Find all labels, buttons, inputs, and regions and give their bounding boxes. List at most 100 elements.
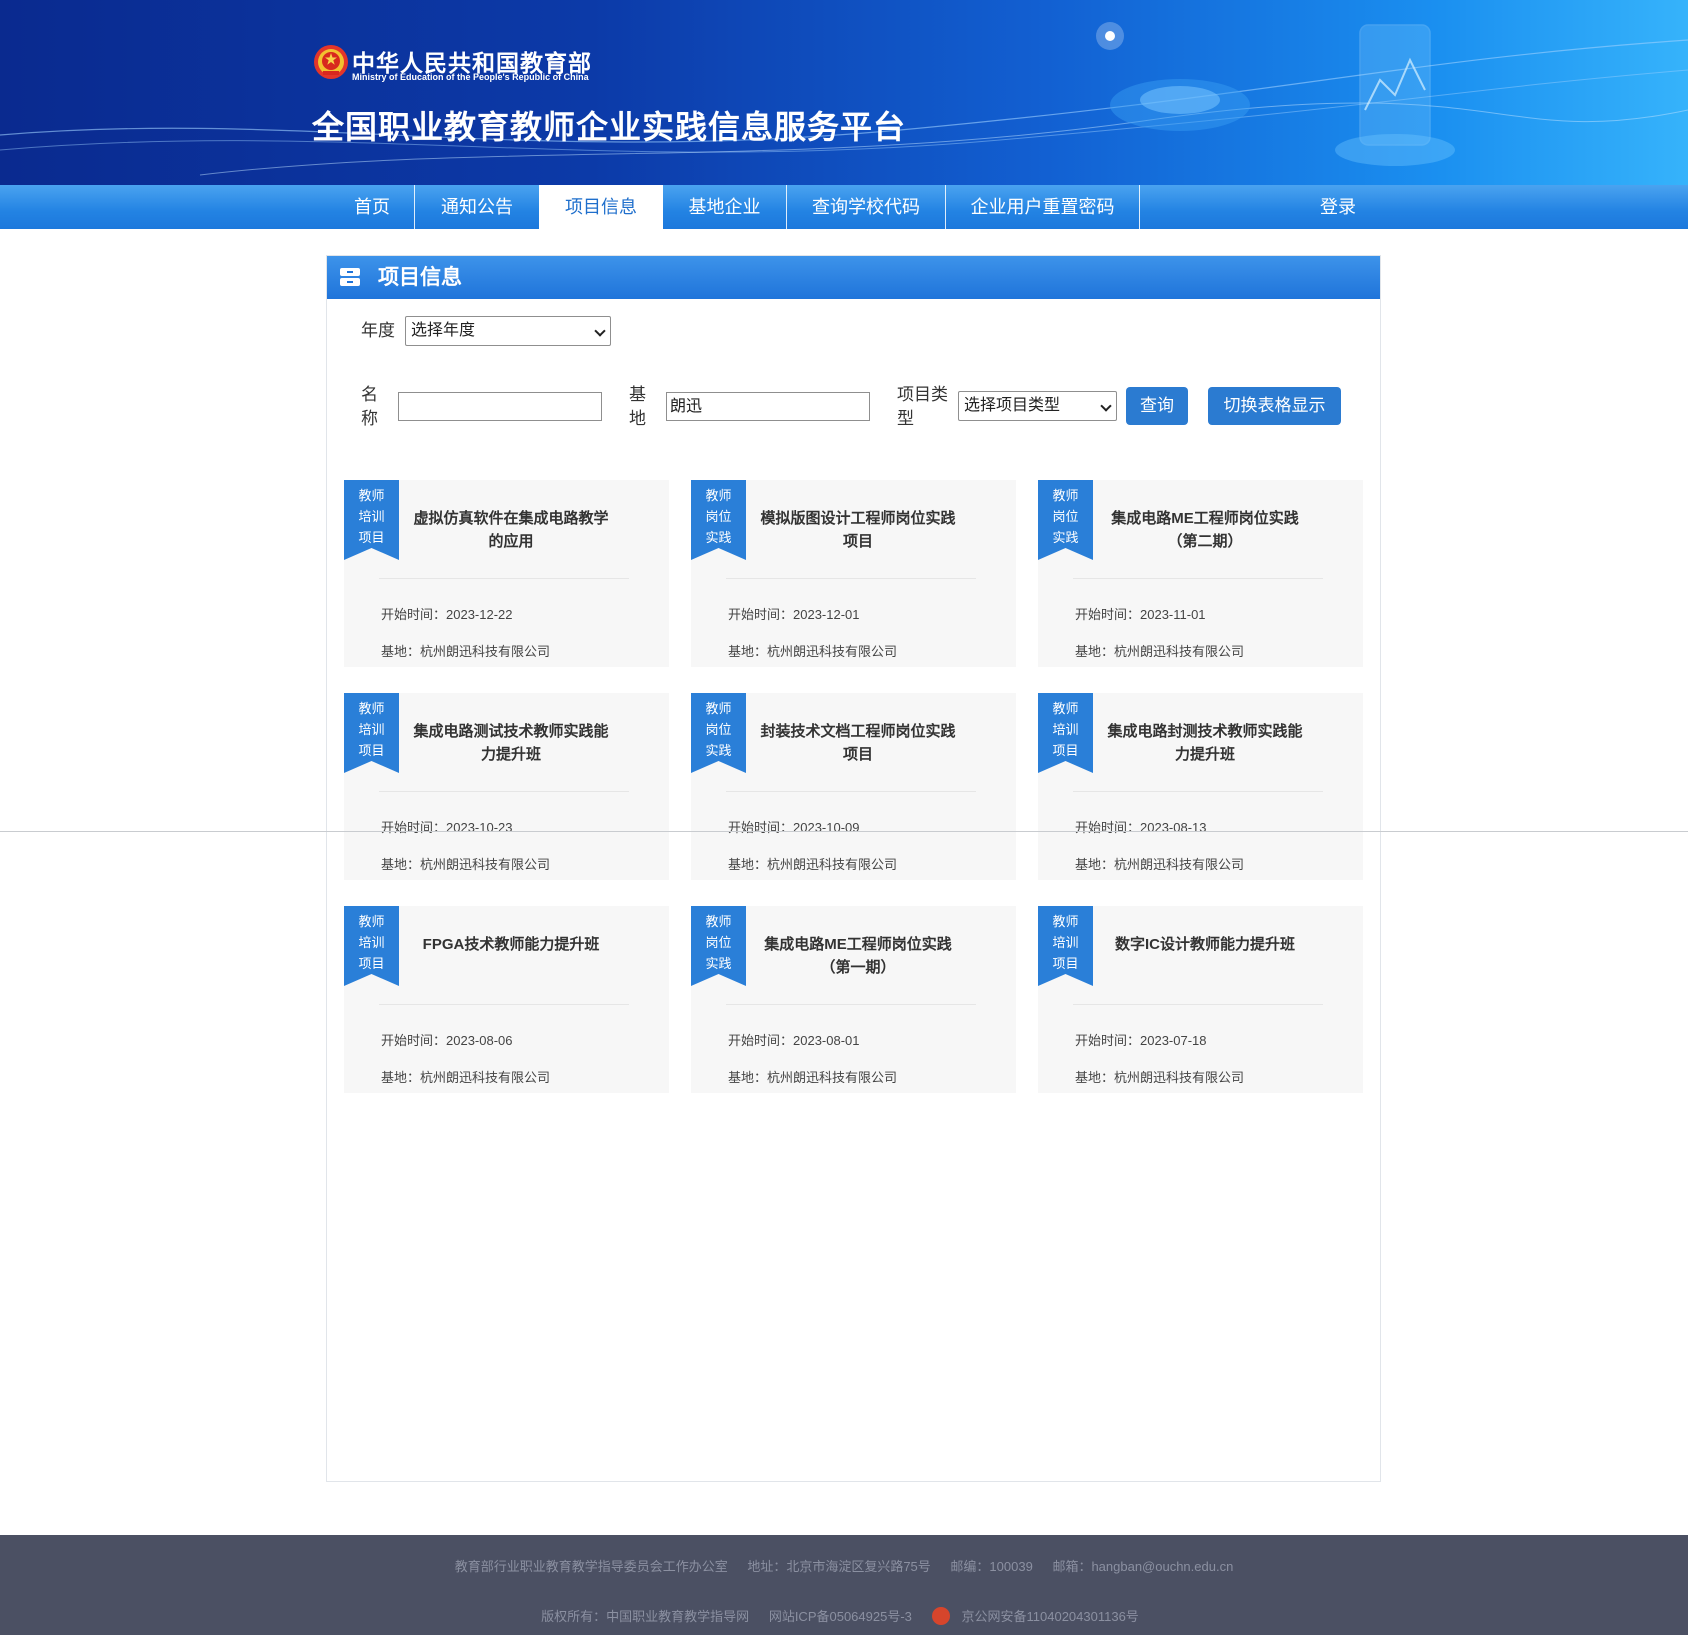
project-card[interactable]: 教师 培训 项目 虚拟仿真软件在集成电路教学的应用 开始时间：2023-12-22 基地：… [344, 480, 669, 667]
footer-contact-line: 教育部行业职业教育教学指导委员会工作办公室 地址：北京市海淀区复兴路75号 邮编… [0, 1556, 1688, 1575]
project-start-date: 开始时间：2023-08-06 [381, 1033, 513, 1048]
ribbon-label-line: 教师 [358, 701, 385, 716]
project-start-date: 开始时间：2023-12-22 [381, 607, 513, 622]
name-label-line1: 名 [361, 385, 378, 404]
ribbon-label: 教师 岗位 实践 [691, 911, 746, 974]
footer-copyright-line: 版权所有：中国职业教育教学指导网 网站ICP备05064925号-3 京公网安备… [0, 1606, 1688, 1627]
project-base-company: 基地：杭州朗迅科技有限公司 [1075, 644, 1245, 659]
nav-login[interactable]: 登录 [1300, 185, 1376, 229]
project-start-date: 开始时间：2023-07-18 [1075, 1033, 1207, 1048]
project-card[interactable]: 教师 培训 项目 集成电路封测技术教师实践能力提升班 开始时间：2023-08-13 基地… [1038, 693, 1363, 880]
ribbon-label: 教师 岗位 实践 [1038, 485, 1093, 548]
panel-header: 项目信息 [327, 256, 1380, 299]
ribbon-label-line: 实践 [705, 530, 732, 545]
project-title[interactable]: 数字IC设计教师能力提升班 [1105, 933, 1305, 956]
project-card[interactable]: 教师 岗位 实践 封装技术文档工程师岗位实践项目 开始时间：2023-10-09 基地：杭… [691, 693, 1016, 880]
project-title[interactable]: 虚拟仿真软件在集成电路教学的应用 [411, 507, 611, 553]
project-card[interactable]: 教师 岗位 实践 模拟版图设计工程师岗位实践项目 开始时间：2023-12-01 基地：杭… [691, 480, 1016, 667]
card-divider [726, 791, 976, 792]
ribbon-label-line: 教师 [705, 488, 732, 503]
ribbon-label-line: 培训 [358, 935, 385, 950]
project-start-date: 开始时间：2023-12-01 [728, 607, 860, 622]
project-type-select[interactable]: 选择项目类型 [958, 391, 1117, 421]
nav-base-enterprises[interactable]: 基地企业 [663, 185, 786, 229]
project-title[interactable]: 集成电路ME工程师岗位实践（第一期） [758, 933, 958, 979]
name-label-line2: 称 [361, 409, 378, 428]
ribbon-label-line: 项目 [1052, 956, 1079, 971]
year-select[interactable]: 选择年度 [405, 316, 611, 346]
nav-divider [1139, 185, 1140, 229]
project-title[interactable]: FPGA技术教师能力提升班 [411, 933, 611, 956]
footer-copyright: 版权所有：中国职业教育教学指导网 [541, 1609, 750, 1624]
ribbon-label-line: 岗位 [1052, 509, 1079, 524]
ribbon-label-line: 岗位 [705, 509, 732, 524]
project-start-date: 开始时间：2023-11-01 [1075, 607, 1206, 622]
project-base-company: 基地：杭州朗迅科技有限公司 [381, 1070, 551, 1085]
nav-home[interactable]: 首页 [330, 185, 414, 229]
ribbon-label: 教师 培训 项目 [344, 911, 399, 974]
card-divider [1073, 791, 1323, 792]
ribbon-label-line: 培训 [1052, 935, 1079, 950]
ribbon-label-line: 项目 [358, 956, 385, 971]
ribbon-label: 教师 培训 项目 [344, 485, 399, 548]
nav-school-code[interactable]: 查询学校代码 [787, 185, 945, 229]
ribbon-label-line: 教师 [1052, 914, 1079, 929]
site-footer: 教育部行业职业教育教学指导委员会工作办公室 地址：北京市海淀区复兴路75号 邮编… [0, 1535, 1688, 1635]
footer-police-record[interactable]: 京公网安备11040204301136号 [931, 1606, 1147, 1625]
ribbon-label-line: 项目 [358, 530, 385, 545]
name-input[interactable] [398, 392, 602, 421]
card-divider [379, 578, 629, 579]
query-button[interactable]: 查询 [1126, 387, 1188, 425]
toggle-table-button[interactable]: 切换表格显示 [1208, 387, 1341, 425]
ribbon-label-line: 实践 [1052, 530, 1079, 545]
project-card[interactable]: 教师 岗位 实践 集成电路ME工程师岗位实践（第二期） 开始时间：2023-11-01 基… [1038, 480, 1363, 667]
project-card[interactable]: 教师 培训 项目 FPGA技术教师能力提升班 开始时间：2023-08-06 基地：杭州朗… [344, 906, 669, 1093]
project-base-company: 基地：杭州朗迅科技有限公司 [728, 644, 898, 659]
year-select-value: 选择年度 [411, 322, 476, 339]
ribbon-label-line: 培训 [358, 722, 385, 737]
project-title[interactable]: 模拟版图设计工程师岗位实践项目 [758, 507, 958, 553]
project-base-company: 基地：杭州朗迅科技有限公司 [381, 857, 551, 872]
nav-projects[interactable]: 项目信息 [539, 185, 663, 229]
card-divider [1073, 1004, 1323, 1005]
ribbon-label-line: 教师 [1052, 701, 1079, 716]
project-card[interactable]: 教师 岗位 实践 集成电路ME工程师岗位实践（第一期） 开始时间：2023-08-01 基… [691, 906, 1016, 1093]
nav-notices[interactable]: 通知公告 [415, 185, 539, 229]
project-base-company: 基地：杭州朗迅科技有限公司 [728, 1070, 898, 1085]
ribbon-label-line: 教师 [358, 488, 385, 503]
project-type-ribbon: 教师 岗位 实践 [691, 693, 746, 773]
card-divider [379, 791, 629, 792]
card-divider [1073, 578, 1323, 579]
project-type-ribbon: 教师 岗位 实践 [691, 906, 746, 986]
base-input[interactable]: 朗迅 [666, 392, 870, 421]
project-title[interactable]: 集成电路ME工程师岗位实践（第二期） [1105, 507, 1305, 553]
project-base-company: 基地：杭州朗迅科技有限公司 [1075, 857, 1245, 872]
ribbon-label-line: 实践 [705, 743, 732, 758]
card-divider [726, 578, 976, 579]
project-title[interactable]: 集成电路测试技术教师实践能力提升班 [411, 720, 611, 766]
footer-postcode: 邮编：100039 [950, 1559, 1033, 1574]
platform-title: 全国职业教育教师企业实践信息服务平台 [312, 109, 907, 145]
base-label-line1: 基 [629, 385, 646, 404]
drawer-icon [340, 268, 360, 286]
chevron-down-icon [1100, 400, 1112, 412]
ribbon-label-line: 培训 [1052, 722, 1079, 737]
footer-police-text: 京公网安备11040204301136号 [961, 1609, 1139, 1624]
project-type-ribbon: 教师 培训 项目 [344, 693, 399, 773]
ribbon-label-line: 教师 [705, 701, 732, 716]
banner-decoration [0, 22, 1688, 176]
project-type-ribbon: 教师 岗位 实践 [691, 480, 746, 560]
ribbon-label: 教师 培训 项目 [1038, 698, 1093, 761]
ribbon-label-line: 岗位 [705, 722, 732, 737]
project-card[interactable]: 教师 培训 项目 集成电路测试技术教师实践能力提升班 开始时间：2023-10-23 基地… [344, 693, 669, 880]
footer-icp[interactable]: 网站ICP备05064925号-3 [769, 1609, 912, 1624]
project-type-ribbon: 教师 培训 项目 [344, 480, 399, 560]
ribbon-label: 教师 岗位 实践 [691, 485, 746, 548]
project-title[interactable]: 封装技术文档工程师岗位实践项目 [758, 720, 958, 766]
main-nav: 首页 通知公告 项目信息 基地企业 查询学校代码 企业用户重置密码 登录 [0, 185, 1688, 229]
ministry-name-en: Ministry of Education of the People's Re… [352, 72, 589, 82]
project-card[interactable]: 教师 培训 项目 数字IC设计教师能力提升班 开始时间：2023-07-18 基地：杭州朗… [1038, 906, 1363, 1093]
footer-email[interactable]: 邮箱：hangban@ouchn.edu.cn [1052, 1559, 1233, 1574]
project-title[interactable]: 集成电路封测技术教师实践能力提升班 [1105, 720, 1305, 766]
nav-reset-password[interactable]: 企业用户重置密码 [946, 185, 1139, 229]
